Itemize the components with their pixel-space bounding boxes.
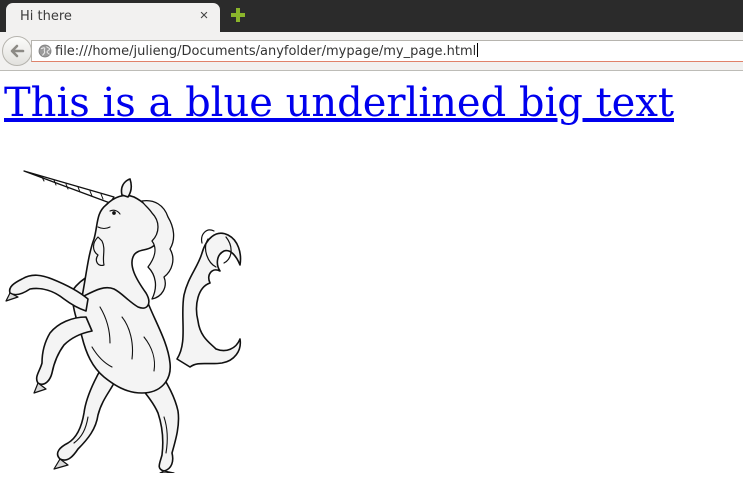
tab-title: Hi there [20,9,72,24]
navigation-toolbar: file:///home/julieng/Documents/anyfolder… [0,32,743,71]
tab-close-icon[interactable]: × [197,7,211,25]
tab-strip: Hi there × [0,0,743,32]
back-button[interactable] [2,36,32,66]
url-bar[interactable]: file:///home/julieng/Documents/anyfolder… [31,40,743,62]
url-value: file:///home/julieng/Documents/anyfolder… [55,44,477,59]
new-tab-plus-icon[interactable] [230,7,246,23]
text-caret [477,43,479,57]
arrow-left-icon [10,44,25,58]
tab-active[interactable]: Hi there × [6,3,220,32]
heading-link[interactable]: This is a blue underlined big text [4,79,674,127]
url-input[interactable]: file:///home/julieng/Documents/anyfolder… [55,43,479,59]
page-content: This is a blue underlined big text [0,71,743,494]
browser-window: Hi there × file:///home/julieng/Document… [0,0,743,494]
globe-icon [38,44,52,58]
unicorn-image [5,170,242,473]
